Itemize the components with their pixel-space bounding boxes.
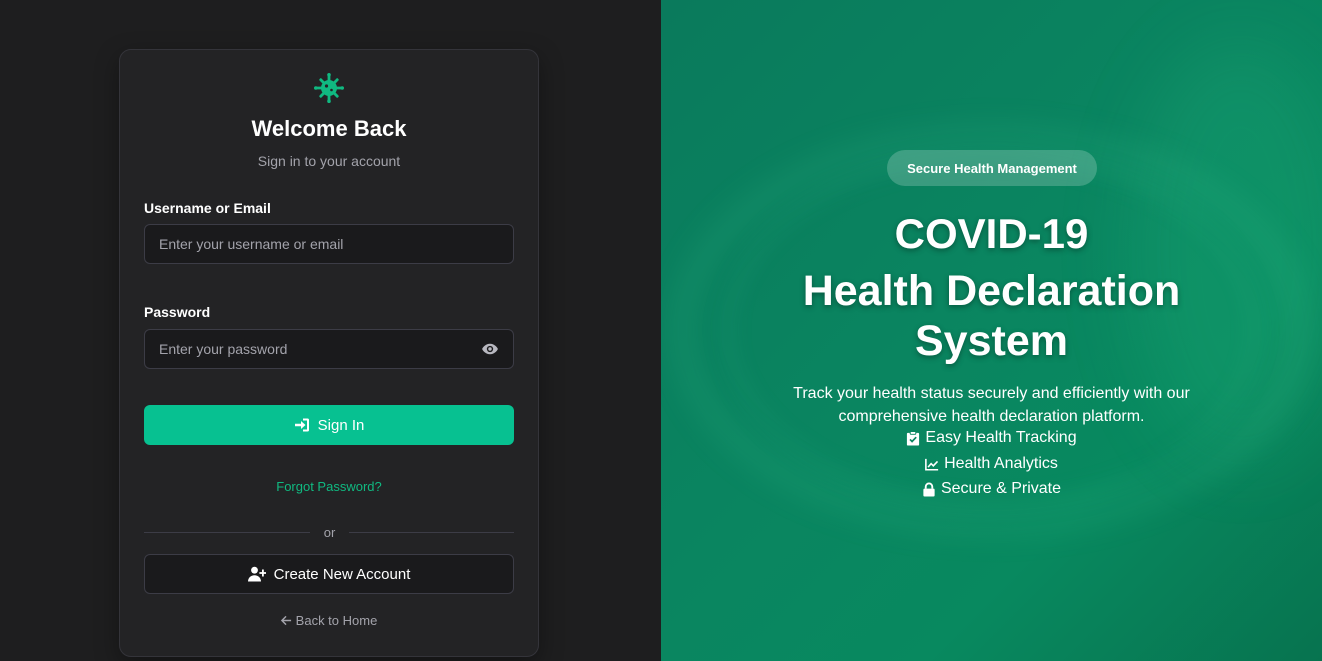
divider-line-left	[144, 532, 310, 533]
back-to-home-link[interactable]: Back to Home	[120, 613, 538, 628]
eye-icon[interactable]	[481, 340, 499, 358]
hero-title-line3-text: System	[915, 317, 1068, 365]
lock-icon	[923, 482, 935, 497]
feature-health-tracking: Easy Health Tracking	[661, 429, 1322, 447]
clipboard-check-icon	[907, 430, 920, 446]
divider-text: or	[323, 525, 336, 540]
password-label: Password	[144, 304, 211, 320]
feature-label: Health Analytics	[944, 455, 1058, 472]
password-input[interactable]	[144, 329, 514, 369]
hero-panel: Secure Health Management COVID-19 Health…	[661, 0, 1322, 661]
username-input[interactable]	[144, 224, 514, 264]
forgot-password-link[interactable]: Forgot Password?	[120, 479, 538, 494]
feature-label: Easy Health Tracking	[925, 429, 1077, 446]
feature-health-analytics: Health Analytics	[661, 455, 1322, 473]
user-plus-icon	[247, 566, 266, 582]
feature-secure-private: Secure & Private	[661, 480, 1322, 498]
chart-line-icon	[925, 458, 939, 471]
page-title: Welcome Back	[251, 116, 407, 141]
virus-icon	[314, 73, 344, 103]
hero-title-line2-text: Health Declaration	[802, 267, 1181, 315]
username-label: Username or Email	[144, 200, 271, 216]
hero-title-line2: Health Declaration System	[661, 266, 1322, 366]
feature-label: Secure & Private	[940, 480, 1062, 497]
create-account-button[interactable]: Create New Account	[144, 554, 514, 594]
hero-description: Track your health status securely and ef…	[793, 385, 1190, 425]
page-subtitle: Sign in to your account	[257, 153, 401, 169]
login-panel: Welcome Back Sign in to your account Use…	[0, 0, 661, 661]
create-account-label: Create New Account	[273, 565, 411, 583]
arrow-left-icon	[280, 615, 291, 626]
sign-in-button[interactable]: Sign In	[144, 405, 514, 445]
hero-badge: Secure Health Management	[887, 150, 1097, 186]
divider-line-right	[349, 532, 514, 533]
back-to-home-label: Back to Home	[295, 613, 378, 628]
sign-in-label: Sign In	[317, 416, 365, 434]
login-card: Welcome Back Sign in to your account Use…	[119, 49, 539, 657]
sign-in-icon	[294, 418, 309, 432]
hero-title-line1: COVID-19	[894, 210, 1089, 257]
